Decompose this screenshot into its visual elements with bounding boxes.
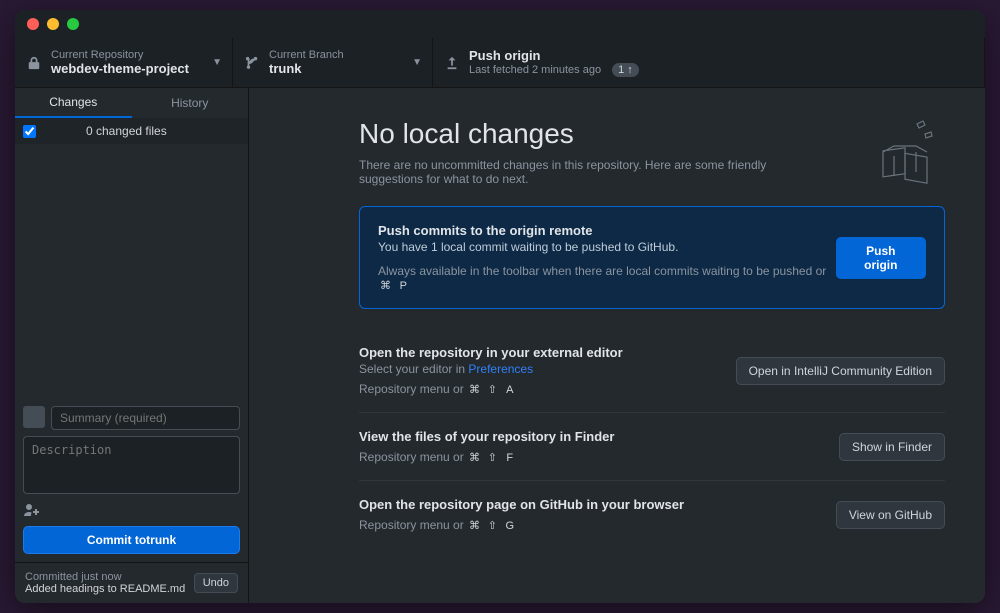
open-editor-desc: Select your editor in Preferences xyxy=(359,362,623,376)
show-finder-hint: Repository menu or ⌘ ⇧ F xyxy=(359,450,614,464)
repo-name: webdev-theme-project xyxy=(51,61,189,76)
open-editor-title: Open the repository in your external edi… xyxy=(359,345,623,360)
branch-icon xyxy=(245,56,259,70)
last-commit-row: Committed just now Added headings to REA… xyxy=(15,562,248,603)
push-origin-toolbar[interactable]: Push origin Last fetched 2 minutes ago 1… xyxy=(433,38,985,87)
main-panel: No local changes There are no uncommitte… xyxy=(249,88,985,603)
open-editor-row: Open the repository in your external edi… xyxy=(359,329,945,413)
last-commit-time: Committed just now xyxy=(25,571,122,583)
page-subtitle: There are no uncommitted changes in this… xyxy=(359,158,819,186)
repository-switcher[interactable]: Current Repository webdev-theme-project … xyxy=(15,38,233,87)
sidebar: Changes History 0 changed files Commit t… xyxy=(15,88,249,603)
open-in-editor-button[interactable]: Open in IntelliJ Community Edition xyxy=(736,357,945,385)
preferences-link[interactable]: Preferences xyxy=(468,362,533,376)
commit-form: Commit to trunk xyxy=(15,398,248,562)
chevron-down-icon: ▼ xyxy=(212,57,222,68)
avatar xyxy=(23,406,45,428)
close-window-button[interactable] xyxy=(27,18,39,30)
repo-label: Current Repository xyxy=(51,49,189,61)
tab-history[interactable]: History xyxy=(132,88,249,118)
branch-label: Current Branch xyxy=(269,49,344,61)
maximize-window-button[interactable] xyxy=(67,18,79,30)
show-finder-row: View the files of your repository in Fin… xyxy=(359,413,945,481)
pending-commits-badge: 1↑ xyxy=(612,63,639,77)
window-titlebar xyxy=(15,10,985,38)
body: Changes History 0 changed files Commit t… xyxy=(15,88,985,603)
view-github-title: Open the repository page on GitHub in yo… xyxy=(359,497,684,512)
chevron-down-icon: ▼ xyxy=(412,57,422,68)
add-coauthor-button[interactable] xyxy=(23,500,240,520)
push-card-title: Push commits to the origin remote xyxy=(378,223,836,238)
show-in-finder-button[interactable]: Show in Finder xyxy=(839,433,945,461)
changed-files-bar: 0 changed files xyxy=(15,118,248,144)
view-github-row: Open the repository page on GitHub in yo… xyxy=(359,481,945,548)
show-finder-title: View the files of your repository in Fin… xyxy=(359,429,614,444)
commit-button[interactable]: Commit to trunk xyxy=(23,526,240,554)
push-card-desc: You have 1 local commit waiting to be pu… xyxy=(378,240,836,254)
sidebar-tabs: Changes History xyxy=(15,88,248,118)
push-card: Push commits to the origin remote You ha… xyxy=(359,206,945,309)
commit-summary-input[interactable] xyxy=(51,406,240,430)
minimize-window-button[interactable] xyxy=(47,18,59,30)
select-all-checkbox[interactable] xyxy=(23,125,36,138)
last-commit-message: Added headings to README.md xyxy=(25,583,185,595)
empty-state-illustration xyxy=(875,118,945,188)
commit-description-input[interactable] xyxy=(23,436,240,494)
push-subtitle: Last fetched 2 minutes ago 1↑ xyxy=(469,63,639,77)
upload-icon xyxy=(445,56,459,70)
file-list-empty xyxy=(15,144,248,398)
lock-icon xyxy=(27,56,41,70)
open-editor-hint: Repository menu or ⌘ ⇧ A xyxy=(359,382,623,396)
branch-name: trunk xyxy=(269,61,344,76)
push-title: Push origin xyxy=(469,48,639,63)
app-window: Current Repository webdev-theme-project … xyxy=(15,10,985,603)
view-github-hint: Repository menu or ⌘ ⇧ G xyxy=(359,518,684,532)
branch-switcher[interactable]: Current Branch trunk ▼ xyxy=(233,38,433,87)
page-title: No local changes xyxy=(359,118,855,150)
changed-files-count: 0 changed files xyxy=(86,124,167,138)
toolbar: Current Repository webdev-theme-project … xyxy=(15,38,985,88)
view-on-github-button[interactable]: View on GitHub xyxy=(836,501,945,529)
push-card-hint: Always available in the toolbar when the… xyxy=(378,264,836,292)
tab-changes[interactable]: Changes xyxy=(15,88,132,118)
push-origin-button[interactable]: Push origin xyxy=(836,237,926,279)
undo-button[interactable]: Undo xyxy=(194,573,238,593)
